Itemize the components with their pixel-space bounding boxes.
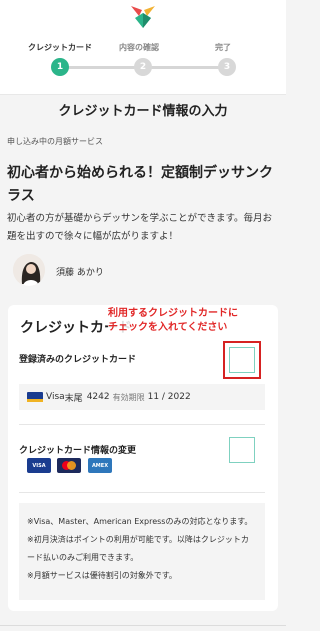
step-1-indicator: 1 [51,58,69,76]
step-2-indicator: 2 [134,58,152,76]
service-title: 初心者から始められる！定額制デッサンクラス [7,165,273,204]
logo-icon [131,6,155,28]
registered-card-label: 登録済みのクレジットカード [19,355,137,365]
note-item: ※Visa、Master、American Expressのみの対応となります。 [27,517,253,526]
note-item: ※月額サービスは優待割引の対象外です。 [27,571,177,580]
page-title: クレジットカード情報の入力 [58,104,228,119]
annotation-line-1: 利用するクレジットカードに [108,308,238,319]
section-label: 申し込み中の月額サービス [7,137,103,146]
amex-brand-icon: AMEX [88,458,112,473]
divider [19,424,265,425]
step-2-label: 内容の確認 [119,43,159,52]
header: クレジットカード 内容の確認 完了 1 2 3 [0,0,286,95]
expiry-label: 有効期限 [112,392,145,402]
mastercard-brand-icon [57,458,81,473]
instruction-annotation: 利用するクレジットカードに チェックを入れてください [108,307,273,335]
step-3-indicator: 3 [218,58,236,76]
service-description: 初心者の方が基礎からデッサンを学ぶことができます。毎月お題を出すので徐々に幅が広… [7,213,273,242]
notes-box: ※Visa、Master、American Expressのみの対応となります。… [19,503,265,600]
registered-card-row[interactable]: Visa 末尾 4242 有効期限 11 / 2022 [19,384,265,410]
teacher-name: 須藤 あかり [56,268,104,278]
step-3-label: 完了 [215,43,231,52]
card-last4: 4242 [86,392,110,402]
card-expiry: 11 / 2022 [147,392,191,402]
registered-card-checkbox[interactable] [229,347,255,373]
last4-label: 末尾 [64,393,83,404]
note-item: ※初月決済はポイントの利用が可能です。以降はクレジットカード払いのみご利用できま… [27,535,249,562]
bottom-divider [0,625,286,626]
mastercard-circles-icon [62,461,76,470]
annotation-line-2: チェックを入れてください [108,322,228,333]
visa-brand-icon: VISA [27,458,51,473]
person-icon [13,254,45,286]
visa-card-icon [27,392,43,402]
divider [19,492,265,493]
step-1-label: クレジットカード [28,43,92,52]
change-card-label: クレジットカード情報の変更 [19,446,137,456]
card-brand: Visa [46,392,65,402]
teacher-avatar [13,254,45,286]
change-card-checkbox[interactable] [229,437,255,463]
